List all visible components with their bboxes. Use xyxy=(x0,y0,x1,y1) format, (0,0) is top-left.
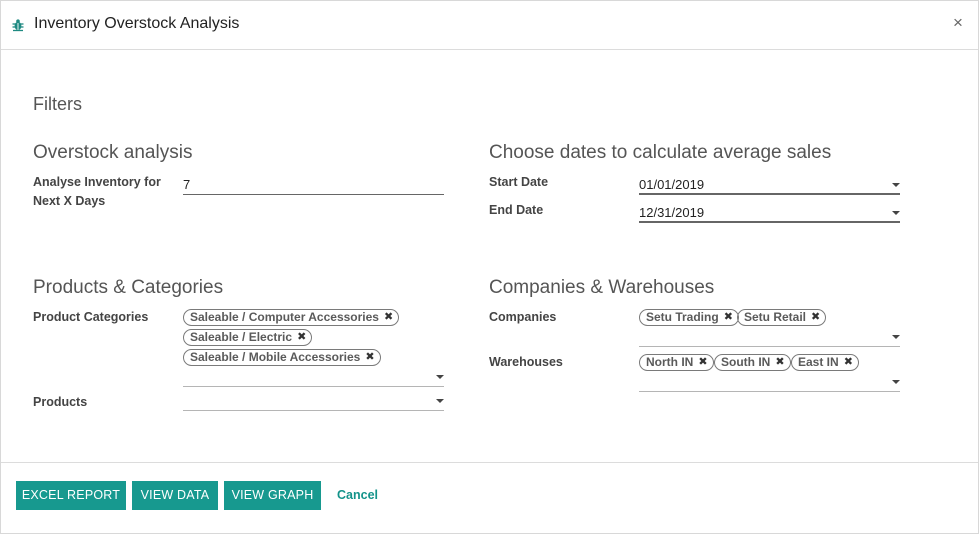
remove-tag-icon[interactable]: ✖ xyxy=(775,355,784,370)
overstock-section-title: Overstock analysis xyxy=(33,142,193,163)
warehouse-tag-label: North IN xyxy=(646,355,694,369)
company-tag-label: Setu Trading xyxy=(646,310,719,324)
companies-input[interactable] xyxy=(639,327,900,347)
category-tag-label: Saleable / Computer Accessories xyxy=(190,310,379,324)
remove-tag-icon[interactable]: ✖ xyxy=(384,310,393,325)
chevron-down-icon[interactable] xyxy=(892,183,900,187)
category-tag: Saleable / Mobile Accessories ✖ xyxy=(183,349,381,366)
remove-tag-icon[interactable]: ✖ xyxy=(698,355,707,370)
products-input[interactable] xyxy=(183,391,444,411)
warehouse-tag-label: East IN xyxy=(798,355,839,369)
category-tag: Saleable / Electric ✖ xyxy=(183,329,313,346)
warehouses-label: Warehouses xyxy=(489,355,563,369)
warehouse-tag: South IN ✖ xyxy=(714,354,791,371)
chevron-down-icon[interactable] xyxy=(892,380,900,384)
days-label-line1: Analyse Inventory for xyxy=(33,175,161,189)
start-date-field[interactable]: 01/01/2019 xyxy=(639,175,900,195)
start-date-label: Start Date xyxy=(489,175,549,189)
bug-icon xyxy=(12,19,24,32)
dialog-title: Inventory Overstock Analysis xyxy=(34,15,240,32)
category-tag-label: Saleable / Mobile Accessories xyxy=(190,350,361,364)
remove-tag-icon[interactable]: ✖ xyxy=(724,310,733,325)
categories-label: Product Categories xyxy=(33,310,149,324)
chevron-down-icon[interactable] xyxy=(892,211,900,215)
warehouses-input[interactable] xyxy=(639,372,900,392)
cancel-button[interactable]: Cancel xyxy=(337,481,378,510)
warehouse-tag: North IN ✖ xyxy=(639,354,714,371)
end-date-field[interactable]: 12/31/2019 xyxy=(639,203,900,223)
category-tag-label: Saleable / Electric xyxy=(190,330,293,344)
filters-heading: Filters xyxy=(33,94,82,114)
wizard-dialog: Inventory Overstock Analysis × Filters O… xyxy=(0,0,979,534)
days-input[interactable]: 7 xyxy=(183,175,444,195)
close-icon[interactable]: × xyxy=(953,13,963,33)
remove-tag-icon[interactable]: ✖ xyxy=(297,330,306,345)
chevron-down-icon[interactable] xyxy=(436,399,444,403)
start-date-value: 01/01/2019 xyxy=(639,177,705,192)
dates-section-title: Choose dates to calculate average sales xyxy=(489,142,832,163)
company-tag-label: Setu Retail xyxy=(744,310,807,324)
days-label-line2: Next X Days xyxy=(33,194,106,208)
warehouse-tag-label: South IN xyxy=(721,355,771,369)
products-section-title: Products & Categories xyxy=(33,277,224,298)
chevron-down-icon[interactable] xyxy=(436,375,444,379)
excel-report-button[interactable]: EXCEL REPORT xyxy=(16,481,126,510)
remove-tag-icon[interactable]: ✖ xyxy=(811,310,820,325)
categories-input[interactable] xyxy=(183,367,444,387)
end-date-label: End Date xyxy=(489,203,544,217)
end-date-value: 12/31/2019 xyxy=(639,205,705,220)
view-graph-button[interactable]: VIEW GRAPH xyxy=(224,481,321,510)
company-tag: Setu Retail ✖ xyxy=(737,309,827,326)
days-label: Analyse Inventory for Next X Days xyxy=(33,173,161,211)
chevron-down-icon[interactable] xyxy=(892,335,900,339)
company-tag: Setu Trading ✖ xyxy=(639,309,739,326)
warehouse-tag: East IN ✖ xyxy=(791,354,859,371)
companies-label: Companies xyxy=(489,310,557,324)
products-label: Products xyxy=(33,395,88,409)
companies-section-title: Companies & Warehouses xyxy=(489,277,715,298)
remove-tag-icon[interactable]: ✖ xyxy=(844,355,853,370)
dialog-header: Inventory Overstock Analysis × xyxy=(1,1,978,50)
category-tag: Saleable / Computer Accessories ✖ xyxy=(183,309,400,326)
view-data-button[interactable]: VIEW DATA xyxy=(132,481,218,510)
remove-tag-icon[interactable]: ✖ xyxy=(365,350,374,365)
